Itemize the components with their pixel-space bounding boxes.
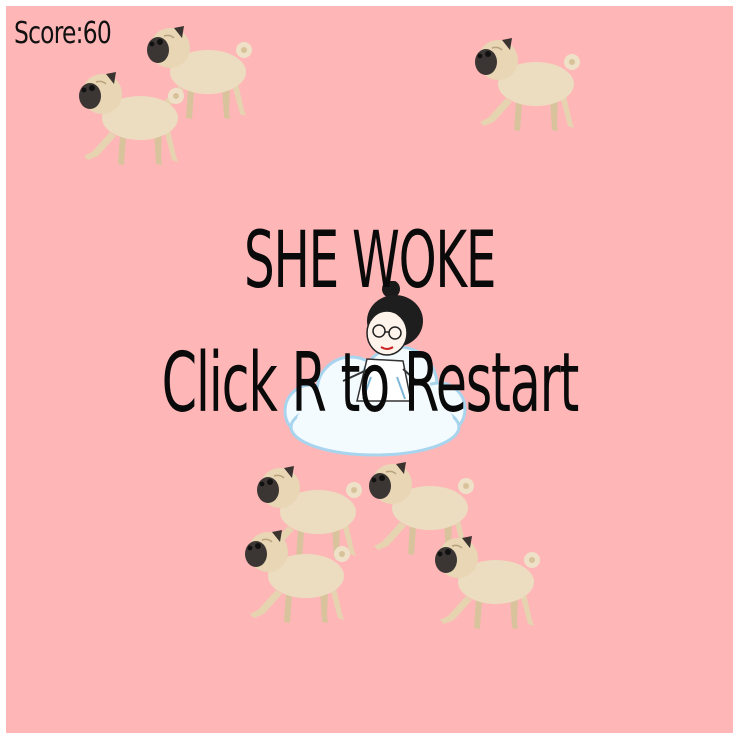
- game-canvas[interactable]: Score:60 SHE WOKE Click R to Restart: [6, 6, 733, 733]
- score-display: Score:60: [14, 16, 112, 51]
- restart-instruction: Click R to Restart: [161, 336, 579, 431]
- pug-sprite: [468, 18, 588, 138]
- game-over-title: SHE WOKE: [243, 216, 496, 306]
- pug-sprite: [428, 516, 548, 636]
- pug-sprite: [72, 52, 192, 172]
- pug-sprite: [238, 510, 358, 630]
